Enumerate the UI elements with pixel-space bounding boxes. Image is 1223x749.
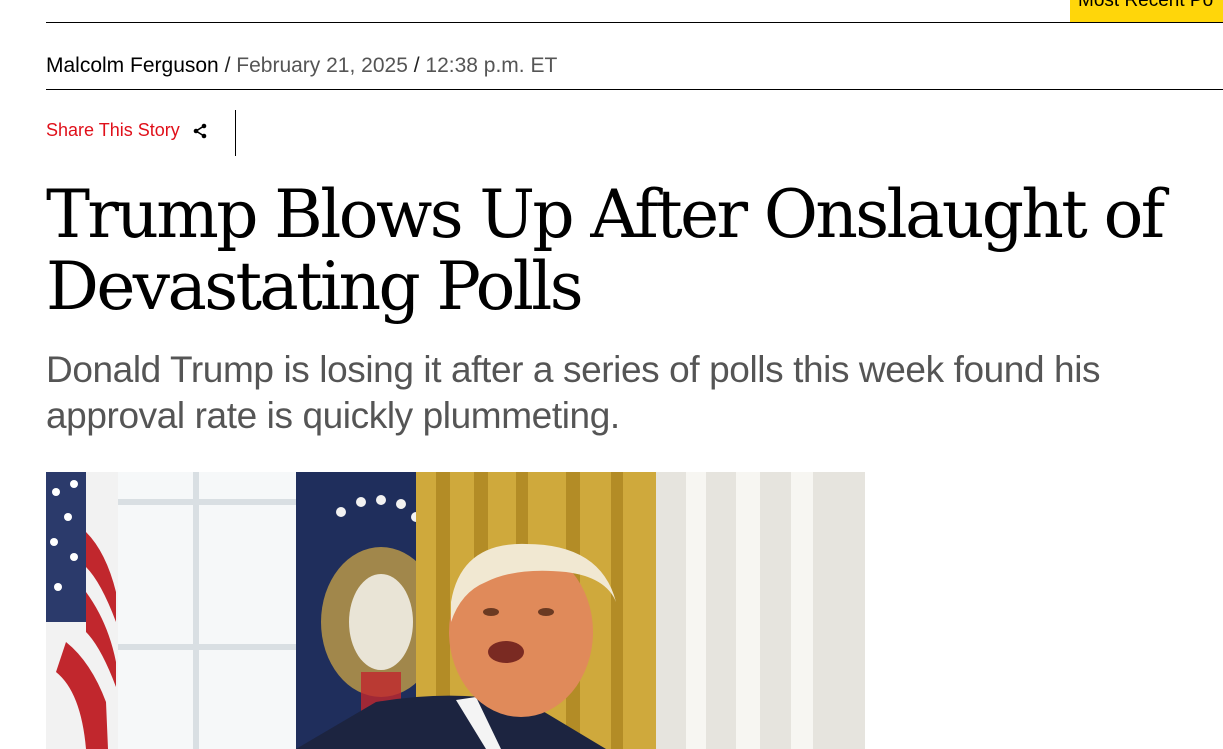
- publish-time: 12:38 p.m. ET: [425, 54, 558, 77]
- author-link[interactable]: Malcolm Ferguson: [46, 54, 219, 77]
- byline-rule: [46, 89, 1223, 90]
- share-icon: [192, 123, 208, 139]
- share-story-button[interactable]: Share This Story: [46, 120, 208, 141]
- byline: Malcolm Ferguson / February 21, 2025 / 1…: [46, 52, 557, 80]
- most-recent-tab[interactable]: Most Recent Po: [1070, 0, 1223, 22]
- share-divider: [235, 110, 236, 156]
- lead-photo: [46, 472, 865, 749]
- article-dek: Donald Trump is losing it after a series…: [46, 349, 1101, 436]
- share-label: Share This Story: [46, 120, 180, 140]
- article-headline: Trump Blows Up After Onslaught of Devast…: [46, 176, 1165, 325]
- byline-separator-2: /: [413, 54, 420, 77]
- most-recent-label: Most Recent Po: [1078, 0, 1214, 11]
- byline-separator: /: [224, 54, 231, 77]
- top-rule: [46, 22, 1223, 23]
- publish-date: February 21, 2025: [236, 54, 408, 77]
